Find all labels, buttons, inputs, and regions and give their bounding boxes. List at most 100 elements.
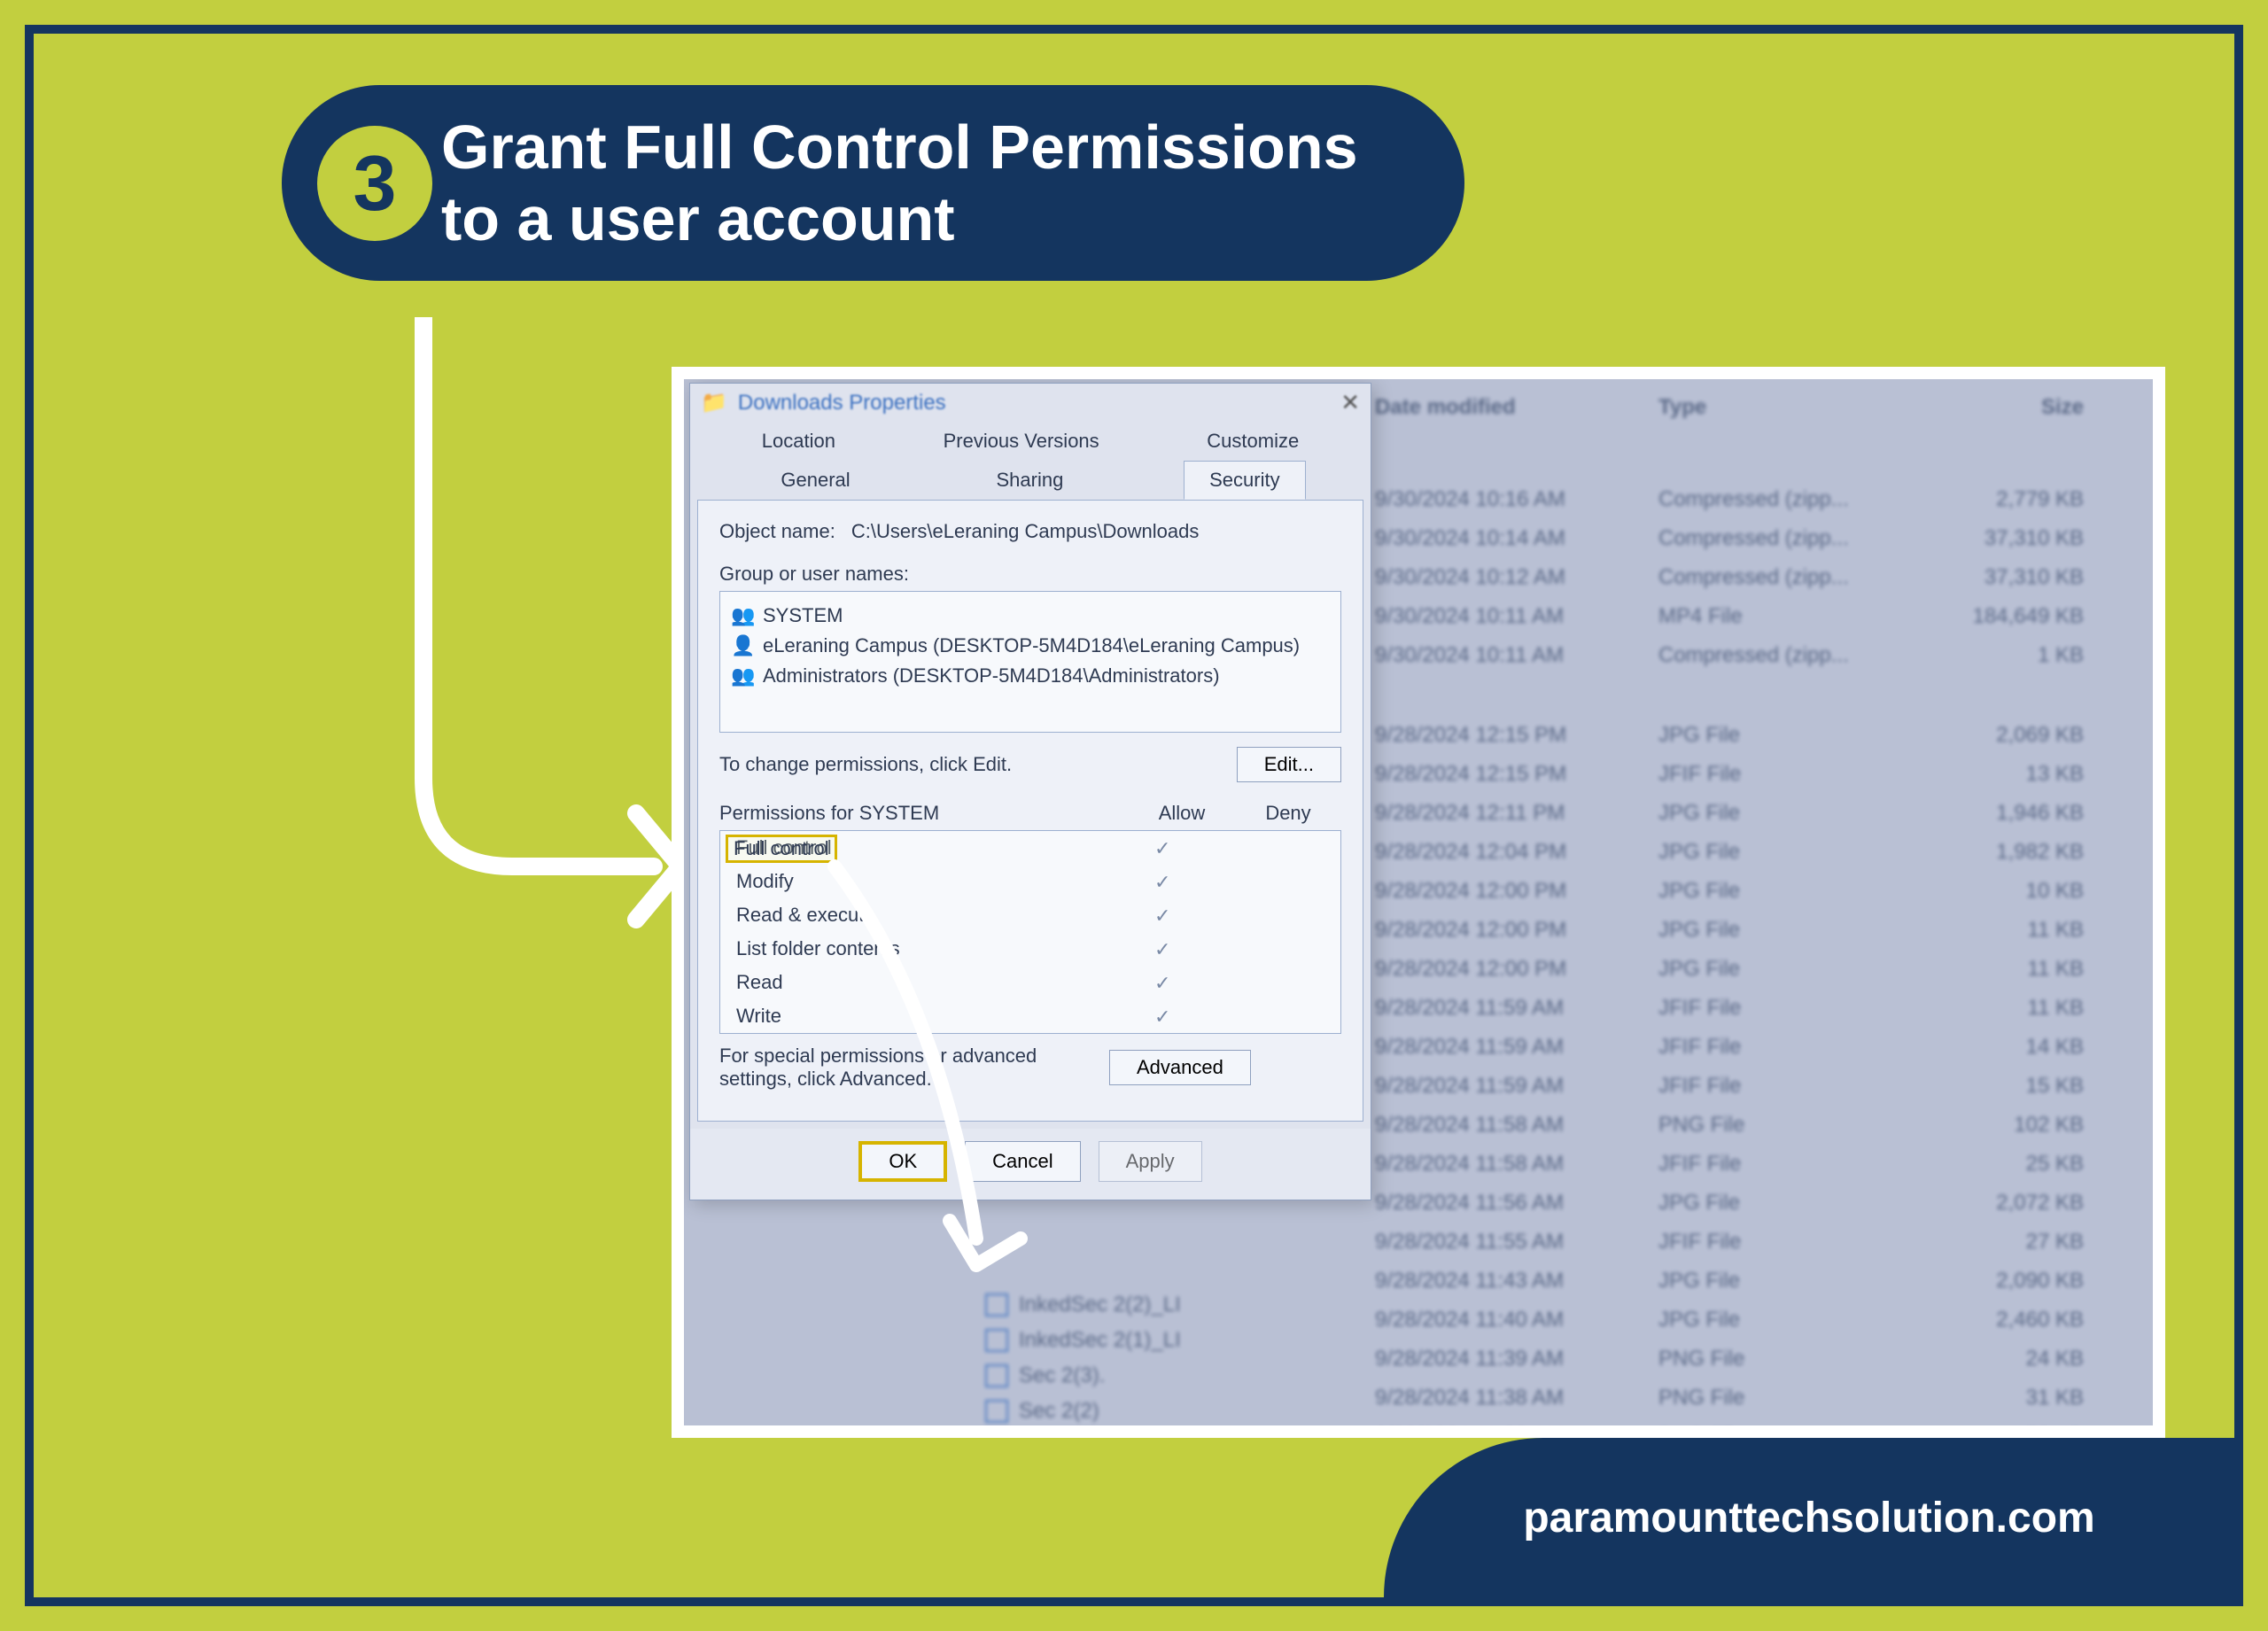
explorer-row: 9/30/2024 10:12 AMCompressed (zipp...37,… <box>1375 558 2126 597</box>
tab-previous-versions[interactable]: Previous Versions <box>918 422 1125 461</box>
explorer-row: 9/28/2024 11:59 AMJFIF File14 KB <box>1375 1028 2126 1067</box>
explorer-row: 9/28/2024 11:38 AMPNG File31 KB <box>1375 1379 2126 1417</box>
explorer-row: 9/30/2024 10:11 AMCompressed (zipp...1 K… <box>1375 636 2126 675</box>
permission-row: List folder contents ✓ <box>720 932 1340 966</box>
cancel-button[interactable]: Cancel <box>965 1141 1080 1182</box>
allow-checkbox[interactable]: ✓ <box>1154 871 1176 892</box>
ok-button[interactable]: OK <box>858 1141 947 1182</box>
explorer-row: 9/28/2024 12:00 PMJPG File11 KB <box>1375 950 2126 989</box>
tab-location[interactable]: Location <box>736 422 861 461</box>
group-item[interactable]: 👥Administrators (DESKTOP-5M4D184\Adminis… <box>733 661 1328 691</box>
permissions-for-label: Permissions for SYSTEM <box>719 802 1129 825</box>
permissions-list[interactable]: Full control Full control ✓ Modify ✓ Rea… <box>719 830 1341 1034</box>
explorer-columns: Date modified Type Size <box>1375 388 2126 427</box>
col-date-modified: Date modified <box>1375 395 1623 420</box>
guide-arrow-icon <box>370 317 707 990</box>
infographic-frame: 3 Grant Full Control Permissions to a us… <box>25 25 2243 1606</box>
folder-icon: 📁 <box>701 390 727 416</box>
deny-checkbox[interactable] <box>1261 1006 1282 1027</box>
footer-url: paramounttechsolution.com <box>1523 1494 2094 1542</box>
edit-hint: To change permissions, click Edit. <box>719 753 1012 776</box>
explorer-row: 9/30/2024 10:11 AMMP4 File184,649 KB <box>1375 597 2126 636</box>
explorer-file-item[interactable]: Sec 2(3). <box>985 1358 1181 1394</box>
explorer-row: 9/28/2024 12:04 PMJPG File1,982 KB <box>1375 833 2126 872</box>
permission-row: Write ✓ <box>720 999 1340 1033</box>
file-icon <box>985 1364 1008 1387</box>
step-title: Grant Full Control Permissions to a user… <box>441 112 1358 254</box>
tab-general[interactable]: General <box>755 461 875 500</box>
object-name-label: Object name: <box>719 520 835 543</box>
footer-banner: paramounttechsolution.com <box>1384 1438 2234 1597</box>
advanced-button[interactable]: Advanced <box>1109 1050 1251 1085</box>
edit-button[interactable]: Edit... <box>1237 747 1341 782</box>
permission-row: Full control ✓ <box>720 831 1340 865</box>
allow-checkbox[interactable]: ✓ <box>1154 938 1176 959</box>
explorer-row: 9/28/2024 12:15 PMJFIF File13 KB <box>1375 755 2126 794</box>
file-icon <box>985 1400 1008 1423</box>
group-item[interactable]: 👤eLeraning Campus (DESKTOP-5M4D184\eLera… <box>733 631 1328 661</box>
col-type: Type <box>1658 395 1889 420</box>
explorer-row: 9/28/2024 11:40 AMJPG File2,460 KB <box>1375 1301 2126 1340</box>
tab-customize[interactable]: Customize <box>1181 422 1324 461</box>
explorer-row: 9/28/2024 11:43 AMJPG File2,090 KB <box>1375 1262 2126 1301</box>
explorer-row: 9/30/2024 10:16 AMCompressed (zipp...2,7… <box>1375 480 2126 519</box>
tab-sharing[interactable]: Sharing <box>970 461 1089 500</box>
step-title-line2: to a user account <box>441 184 955 253</box>
step-title-line1: Grant Full Control Permissions <box>441 113 1358 182</box>
allow-checkbox[interactable]: ✓ <box>1154 1006 1176 1027</box>
explorer-row: 9/28/2024 11:38 AMPNG File78 KB <box>1375 1417 2126 1438</box>
group-label: Group or user names: <box>719 557 1341 591</box>
dialog-footer: OK Cancel Apply <box>690 1129 1371 1200</box>
close-icon[interactable]: ✕ <box>1340 389 1360 416</box>
explorer-row: 9/28/2024 12:11 PMJPG File1,946 KB <box>1375 794 2126 833</box>
dialog-titlebar: 📁 Downloads Properties ✕ <box>690 384 1371 422</box>
allow-checkbox[interactable]: ✓ <box>1154 972 1176 993</box>
explorer-row: 9/28/2024 11:56 AMJPG File2,072 KB <box>1375 1184 2126 1223</box>
tab-security[interactable]: Security <box>1184 461 1305 500</box>
deny-checkbox[interactable] <box>1261 837 1282 858</box>
properties-dialog: 📁 Downloads Properties ✕ Location Previou… <box>689 383 1371 1200</box>
deny-checkbox[interactable] <box>1261 905 1282 926</box>
col-deny: Deny <box>1235 802 1341 825</box>
explorer-row: 9/30/2024 10:14 AMCompressed (zipp...37,… <box>1375 519 2126 558</box>
deny-checkbox[interactable] <box>1261 938 1282 959</box>
explorer-file-item[interactable]: InkedSec 2(2)_LI <box>985 1287 1181 1323</box>
explorer-row: 9/28/2024 11:59 AMJFIF File15 KB <box>1375 1067 2126 1106</box>
step-number-badge: 3 <box>317 126 432 241</box>
allow-checkbox[interactable]: ✓ <box>1154 837 1176 858</box>
explorer-row: 9/28/2024 11:59 AMJFIF File11 KB <box>1375 989 2126 1028</box>
group-item[interactable]: 👥SYSTEM <box>733 601 1328 631</box>
explorer-row: 9/28/2024 11:58 AMPNG File102 KB <box>1375 1106 2126 1145</box>
deny-checkbox[interactable] <box>1261 871 1282 892</box>
permission-row: Read ✓ <box>720 966 1340 999</box>
explorer-file-item[interactable]: Sec 2(1) <box>985 1429 1181 1438</box>
security-tab-body: Object name: C:\Users\eLeraning Campus\D… <box>697 500 1363 1122</box>
explorer-row: 9/28/2024 11:55 AMJFIF File27 KB <box>1375 1223 2126 1262</box>
user-icon: 👤 <box>733 635 754 656</box>
explorer-file-item[interactable]: InkedSec 2(1)_LI <box>985 1323 1181 1358</box>
group-icon: 👥 <box>733 665 754 687</box>
group-user-list[interactable]: 👥SYSTEM👤eLeraning Campus (DESKTOP-5M4D18… <box>719 591 1341 733</box>
explorer-row: 9/28/2024 11:39 AMPNG File24 KB <box>1375 1340 2126 1379</box>
apply-button[interactable]: Apply <box>1099 1141 1202 1182</box>
file-icon <box>985 1293 1008 1316</box>
permission-row: Read & execute ✓ <box>720 898 1340 932</box>
deny-checkbox[interactable] <box>1261 972 1282 993</box>
explorer-row: 9/28/2024 12:00 PMJPG File10 KB <box>1375 872 2126 911</box>
tab-strip: Location Previous Versions Customize Gener… <box>690 422 1371 500</box>
explorer-row: 9/28/2024 11:58 AMJFIF File25 KB <box>1375 1145 2126 1184</box>
explorer-file-item[interactable]: Sec 2(2) <box>985 1394 1181 1429</box>
file-icon <box>985 1329 1008 1352</box>
file-icon <box>985 1435 1008 1438</box>
allow-checkbox[interactable]: ✓ <box>1154 905 1176 926</box>
explorer-filenames: InkedSec 2(2)_LIInkedSec 2(1)_LISec 2(3)… <box>985 1287 1181 1438</box>
group-icon: 👥 <box>733 605 754 626</box>
explorer-row: 9/28/2024 12:15 PMJPG File2,069 KB <box>1375 716 2126 755</box>
object-name-value: C:\Users\eLeraning Campus\Downloads <box>851 520 1200 543</box>
step-header: 3 Grant Full Control Permissions to a us… <box>282 85 1464 281</box>
explorer-row: 9/28/2024 12:00 PMJPG File11 KB <box>1375 911 2126 950</box>
permission-row: Modify ✓ <box>720 865 1340 898</box>
screenshot-panel: Date modified Type Size 9/30/2024 10:16 … <box>672 367 2165 1438</box>
dialog-title-text: Downloads Properties <box>738 391 946 416</box>
col-allow: Allow <box>1129 802 1235 825</box>
